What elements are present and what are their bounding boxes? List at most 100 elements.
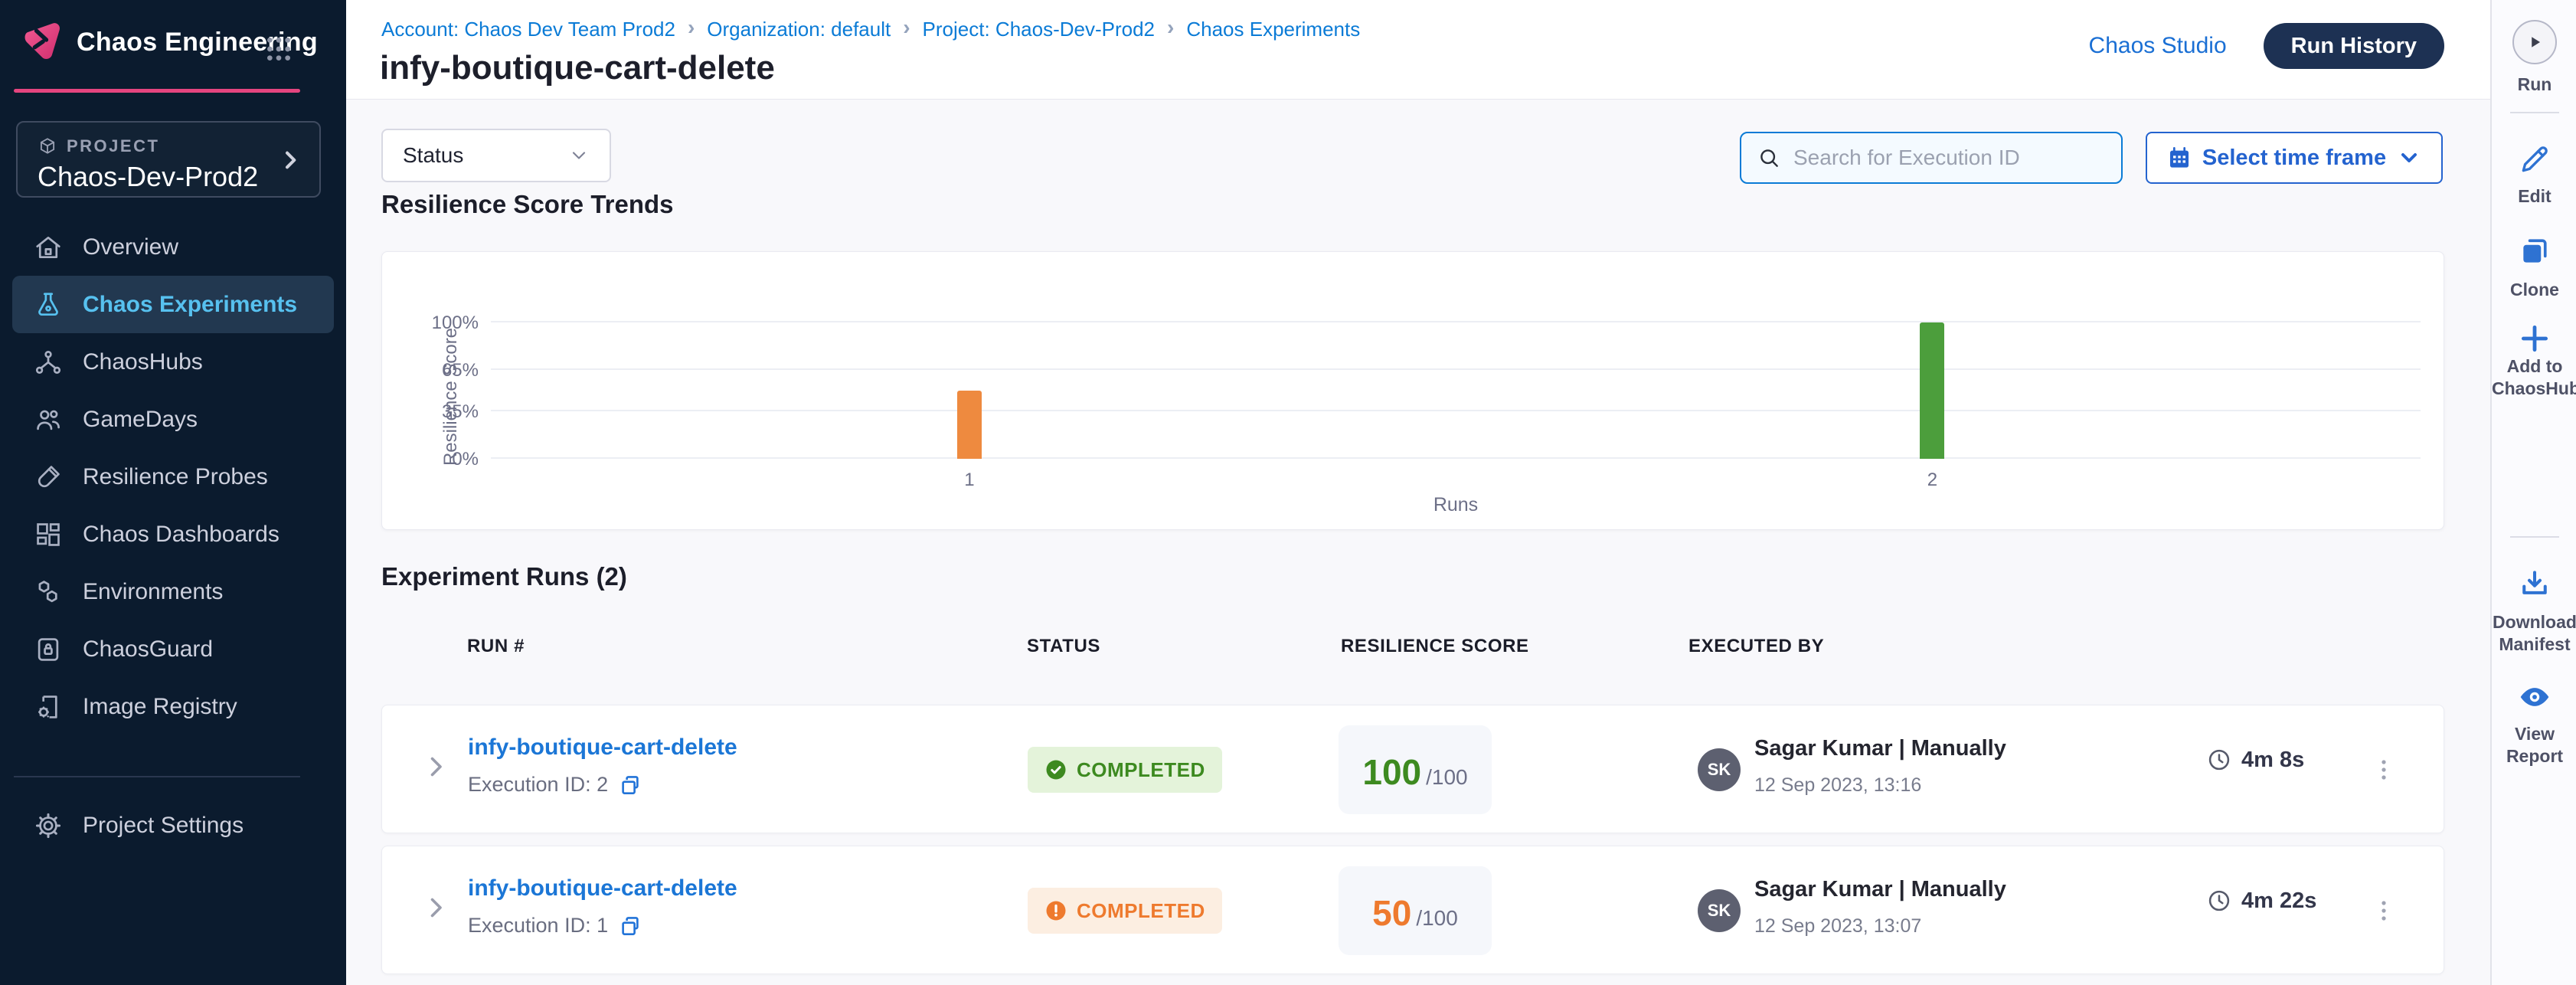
clone-icon[interactable]	[2518, 234, 2551, 268]
alert-circle-icon	[1044, 899, 1067, 922]
resilience-trend-chart: Resilience Score 0%35%65%100%12 Runs	[381, 251, 2444, 530]
runs-heading: Experiment Runs (2)	[381, 562, 627, 591]
image-registry-icon	[34, 692, 63, 722]
status-text: COMPLETED	[1077, 758, 1205, 782]
table-row: infy-boutique-cart-delete Execution ID: …	[381, 846, 2444, 974]
sidebar-item-label: Image Registry	[83, 694, 237, 720]
run-name-link[interactable]: infy-boutique-cart-delete	[468, 735, 737, 761]
duration-text: 4m 22s	[2241, 888, 2316, 914]
edit-label: Edit	[2492, 185, 2576, 208]
left-sidebar: Chaos Engineering PROJECT Chaos-Dev-Prod…	[0, 0, 346, 985]
sidebar-item-label: ChaosGuard	[83, 636, 213, 663]
download-manifest-label: Download Manifest	[2492, 611, 2576, 656]
status-filter-dropdown[interactable]: Status	[381, 129, 611, 182]
row-menu-kebab-icon[interactable]	[2370, 886, 2398, 935]
sidebar-item-image-registry[interactable]: Image Registry	[0, 678, 346, 735]
chart-bar-run-2[interactable]	[1920, 322, 1944, 459]
clock-icon	[2206, 747, 2232, 773]
sidebar-item-label: ChaosHubs	[83, 349, 203, 375]
view-report-label: View Report	[2492, 723, 2576, 767]
rail-divider	[2510, 112, 2559, 113]
status-text: COMPLETED	[1077, 899, 1205, 923]
add-to-chaoshub-label: Add to ChaosHub	[2492, 355, 2576, 400]
sidebar-item-chaos-experiments[interactable]: Chaos Experiments	[12, 276, 334, 333]
chart-gridline	[491, 410, 2421, 411]
score-value: 100	[1362, 751, 1421, 793]
row-menu-kebab-icon[interactable]	[2370, 745, 2398, 794]
search-icon	[1757, 146, 1781, 170]
run-duration: 4m 22s	[2206, 888, 2316, 914]
breadcrumb-chaos-experiments[interactable]: Chaos Experiments	[1186, 18, 1360, 41]
chart-gridline	[491, 368, 2421, 370]
chaos-engineering-logo-icon	[20, 18, 63, 61]
sidebar-item-label: Environments	[83, 579, 223, 605]
sidebar-item-chaosguard[interactable]: ChaosGuard	[0, 620, 346, 678]
run-history-button[interactable]: Run History	[2264, 23, 2444, 69]
eye-icon[interactable]	[2518, 680, 2551, 714]
sidebar-header: Chaos Engineering	[0, 0, 346, 93]
sidebar-item-chaoshubs[interactable]: ChaosHubs	[0, 333, 346, 391]
resilience-score: 50 /100	[1339, 866, 1492, 955]
project-name: Chaos-Dev-Prod2	[38, 161, 258, 193]
sidebar-item-label: Chaos Dashboards	[83, 522, 280, 548]
sidebar-item-resilience-probes[interactable]: Resilience Probes	[0, 448, 346, 506]
gear-icon	[34, 811, 63, 840]
chart-y-tick: 65%	[410, 360, 479, 381]
chart-bar-run-1[interactable]	[957, 391, 982, 459]
download-icon[interactable]	[2518, 567, 2551, 600]
dashboards-icon	[34, 520, 63, 549]
sidebar-settings: Project Settings	[0, 797, 346, 854]
content-area: Status Select time frame Resilience Scor…	[346, 100, 2490, 985]
sidebar-item-overview[interactable]: Overview	[0, 218, 346, 276]
module-grid-icon[interactable]	[263, 34, 294, 64]
plus-icon[interactable]	[2518, 322, 2551, 355]
column-run: RUN #	[467, 636, 525, 657]
edit-pencil-icon[interactable]	[2518, 142, 2551, 176]
execution-id-row: Execution ID: 2	[468, 773, 642, 797]
run-button[interactable]	[2512, 20, 2557, 64]
search-input[interactable]	[1793, 146, 2106, 170]
chevron-down-icon	[568, 145, 590, 166]
chart-x-axis-label: Runs	[491, 494, 2421, 516]
expand-chevron-icon[interactable]	[422, 894, 449, 921]
sidebar-item-gamedays[interactable]: GameDays	[0, 391, 346, 448]
accent-underline	[14, 89, 300, 93]
chaos-studio-link[interactable]: Chaos Studio	[2089, 33, 2227, 59]
right-action-rail: Run Edit Clone Add to ChaosHub Download …	[2490, 0, 2576, 985]
chart-y-tick: 0%	[410, 449, 479, 470]
status-filter-label: Status	[403, 143, 463, 168]
project-label: PROJECT	[67, 136, 159, 156]
time-frame-button[interactable]: Select time frame	[2146, 132, 2443, 184]
expand-chevron-icon[interactable]	[422, 753, 449, 780]
sidebar-item-chaos-dashboards[interactable]: Chaos Dashboards	[0, 506, 346, 563]
chart-gridline	[491, 457, 2421, 459]
score-denominator: /100	[1426, 765, 1468, 790]
sidebar-item-environments[interactable]: Environments	[0, 563, 346, 620]
project-selector[interactable]: PROJECT Chaos-Dev-Prod2	[16, 121, 321, 198]
sidebar-nav: Overview Chaos Experiments ChaosHubs	[0, 218, 346, 735]
chart-x-tick: 1	[964, 470, 974, 491]
run-duration: 4m 8s	[2206, 747, 2304, 773]
breadcrumb-account[interactable]: Account: Chaos Dev Team Prod2	[381, 18, 675, 41]
sidebar-item-project-settings[interactable]: Project Settings	[0, 797, 346, 854]
breadcrumb-organization[interactable]: Organization: default	[707, 18, 891, 41]
breadcrumb-project[interactable]: Project: Chaos-Dev-Prod2	[923, 18, 1155, 41]
chart-plot: 0%35%65%100%12	[491, 322, 2421, 459]
check-circle-icon	[1044, 758, 1067, 781]
run-name-link[interactable]: infy-boutique-cart-delete	[468, 875, 737, 902]
execution-id-row: Execution ID: 1	[468, 914, 642, 938]
executed-by-name: Sagar Kumar | Manually	[1754, 736, 2006, 761]
duration-text: 4m 8s	[2241, 748, 2304, 773]
probe-tube-icon	[34, 463, 63, 492]
play-icon	[2525, 32, 2545, 52]
execution-search	[1740, 132, 2123, 184]
clock-icon	[2206, 888, 2232, 914]
main-area: Account: Chaos Dev Team Prod2 › Organiza…	[346, 0, 2490, 985]
copy-icon[interactable]	[619, 915, 642, 938]
status-badge: COMPLETED	[1028, 888, 1222, 934]
status-badge: COMPLETED	[1028, 747, 1222, 793]
copy-icon[interactable]	[619, 774, 642, 797]
chart-gridline	[491, 321, 2421, 322]
flask-icon	[34, 290, 63, 319]
calendar-icon	[2167, 146, 2192, 170]
